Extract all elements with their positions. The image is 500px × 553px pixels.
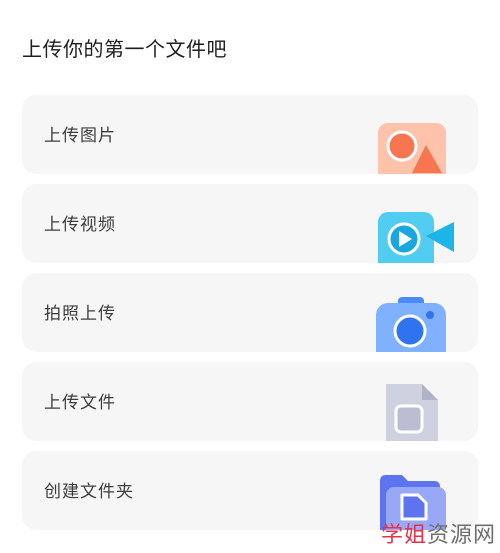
watermark-part-b: 资源网	[426, 523, 496, 548]
file-icon	[386, 384, 438, 441]
upload-screen: 上传你的第一个文件吧 上传图片 上传视频 拍照上传 上传文件 创建文件夹 学姐资…	[0, 0, 500, 553]
image-icon	[378, 123, 446, 174]
upload-file-option[interactable]: 上传文件	[22, 362, 478, 441]
upload-video-label: 上传视频	[44, 215, 116, 235]
upload-file-label: 上传文件	[44, 393, 116, 413]
upload-image-option[interactable]: 上传图片	[22, 95, 478, 174]
camera-icon	[376, 297, 446, 352]
watermark: 学姐资源网	[381, 517, 496, 549]
create-folder-label: 创建文件夹	[44, 482, 134, 502]
upload-image-label: 上传图片	[44, 126, 116, 146]
video-icon	[378, 212, 454, 263]
watermark-part-a: 学姐	[380, 523, 427, 548]
upload-video-option[interactable]: 上传视频	[22, 184, 478, 263]
take-photo-label: 拍照上传	[44, 304, 116, 324]
page-title: 上传你的第一个文件吧	[22, 37, 227, 61]
take-photo-option[interactable]: 拍照上传	[22, 273, 478, 352]
